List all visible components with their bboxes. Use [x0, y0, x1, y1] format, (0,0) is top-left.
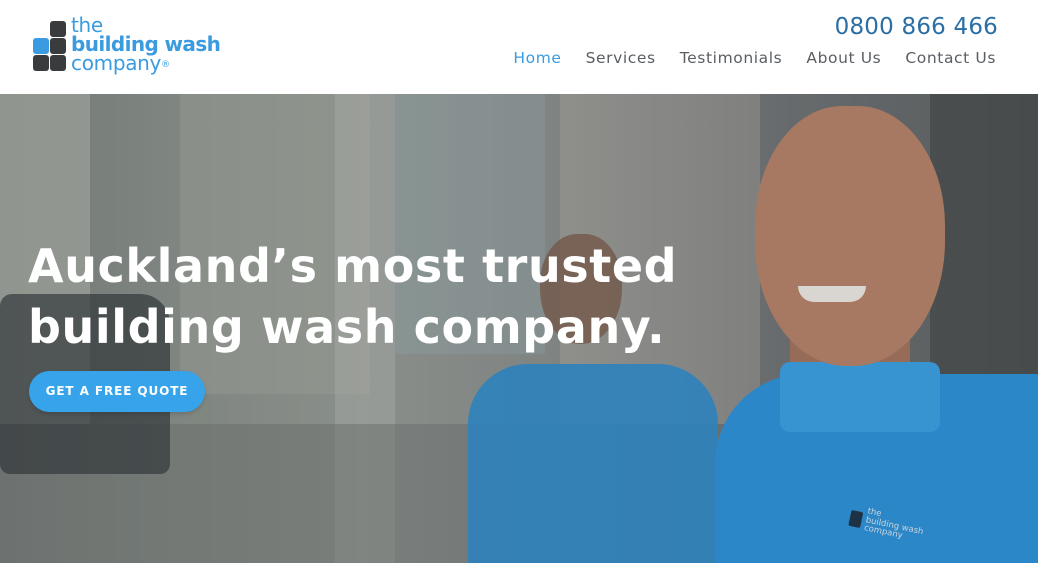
logo-squares-icon	[33, 21, 67, 71]
site-header: the building wash company® 0800 866 466 …	[0, 0, 1038, 94]
company-logo[interactable]: the building wash company®	[33, 13, 248, 76]
nav-contact-us[interactable]: Contact Us	[905, 49, 996, 67]
nav-services[interactable]: Services	[586, 49, 656, 67]
nav-about-us[interactable]: About Us	[806, 49, 881, 67]
nav-home[interactable]: Home	[513, 49, 561, 67]
hero-headline: Auckland’s most trusted building wash co…	[28, 239, 678, 354]
get-free-quote-button[interactable]: GET A FREE QUOTE	[29, 371, 205, 412]
phone-number-link[interactable]: 0800 866 466	[835, 14, 998, 40]
main-nav: Home Services Testimonials About Us Cont…	[489, 49, 996, 67]
hero-banner: the building wash company Auckland’s mos…	[0, 94, 1038, 563]
logo-wordmark: the building wash company®	[71, 13, 221, 75]
nav-testimonials[interactable]: Testimonials	[680, 49, 783, 67]
